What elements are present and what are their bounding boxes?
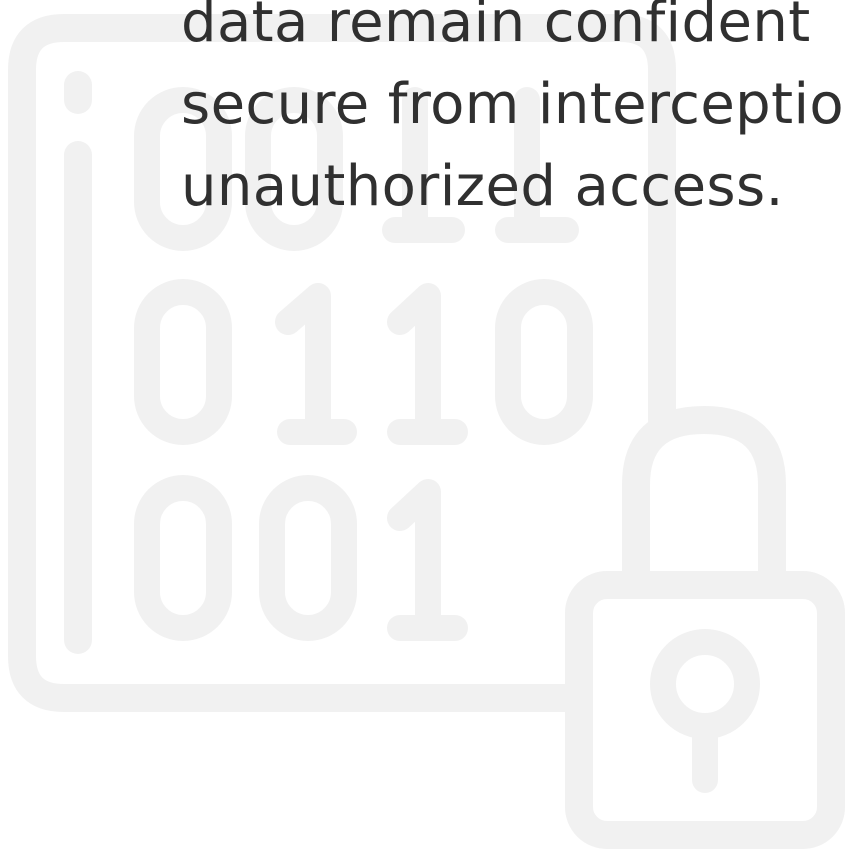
text-line-2: secure from interceptio <box>181 72 845 137</box>
body-text: data remain confident secure from interc… <box>181 0 847 228</box>
padlock-shackle <box>622 406 786 599</box>
text-line-3: unauthorized access. <box>181 154 784 219</box>
padlock-body <box>565 571 845 849</box>
page: data remain confident secure from interc… <box>0 0 847 850</box>
text-line-1: data remain confident <box>181 0 811 55</box>
